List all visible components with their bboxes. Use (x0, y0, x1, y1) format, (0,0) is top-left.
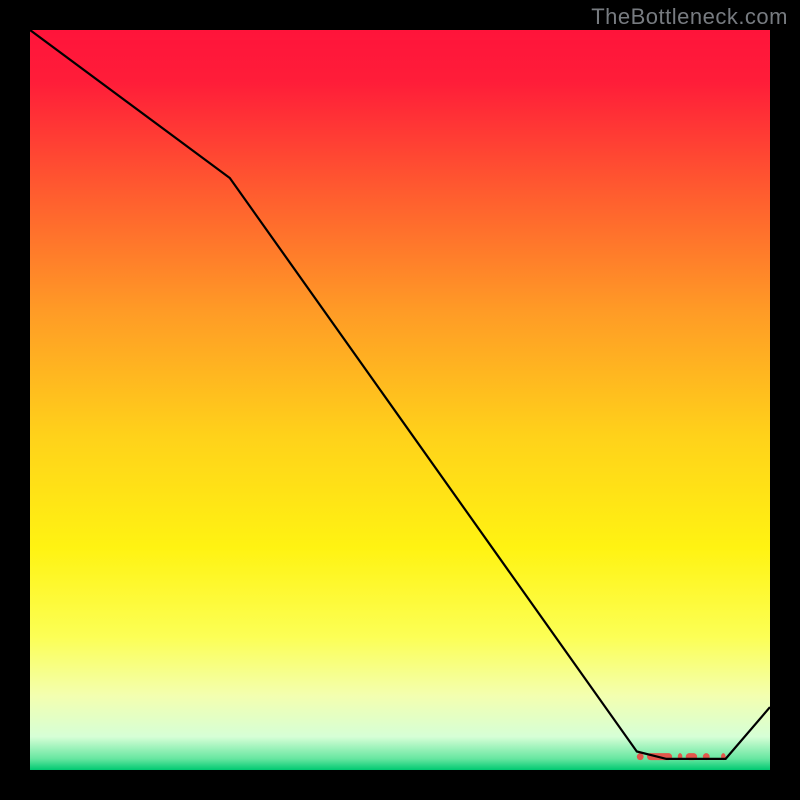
chart-stage: TheBottleneck.com (0, 0, 800, 800)
plot-area (30, 30, 770, 770)
gradient-background (30, 30, 770, 770)
chart-svg (30, 30, 770, 770)
watermark-text: TheBottleneck.com (591, 4, 788, 30)
